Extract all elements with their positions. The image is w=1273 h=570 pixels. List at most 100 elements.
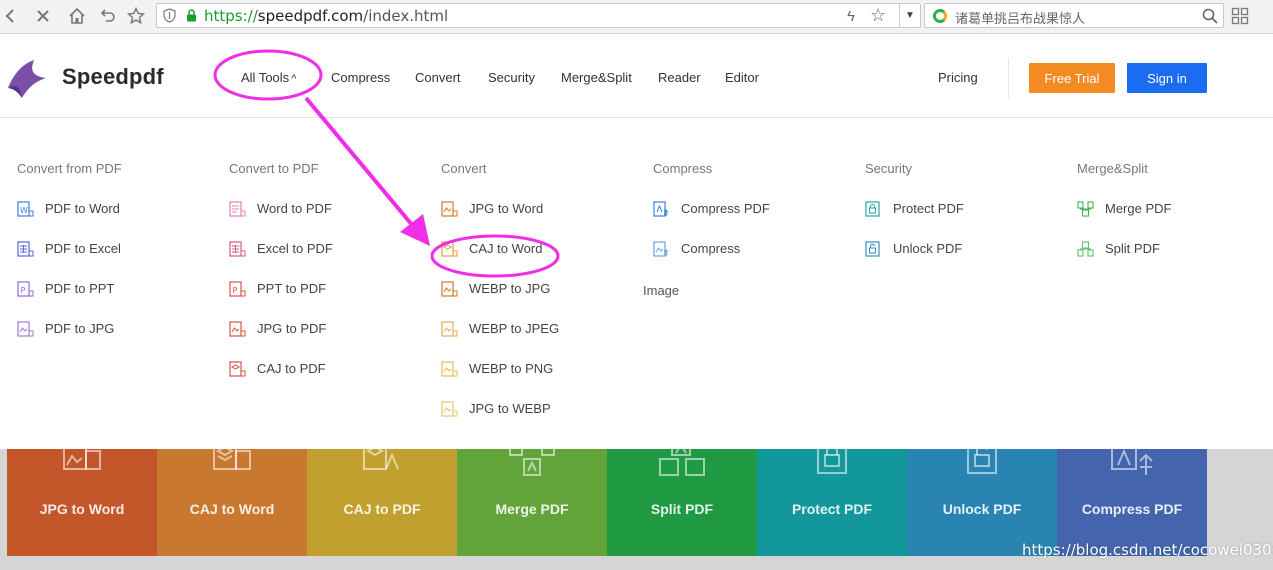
menu-compress-image[interactable]: Compress	[653, 241, 770, 281]
nav-merge-split[interactable]: Merge&Split	[561, 70, 632, 85]
menu-jpg-to-pdf[interactable]: JPG to PDF	[229, 321, 333, 361]
shield-icon[interactable]	[163, 8, 176, 23]
search-box[interactable]: 诸葛单挑吕布战果惊人	[924, 3, 1224, 28]
nav-convert[interactable]: Convert	[415, 70, 461, 85]
tile-merge-pdf[interactable]: Merge PDF	[457, 441, 607, 556]
logo-icon[interactable]	[6, 58, 48, 100]
menu-item-label: JPG to Word	[469, 201, 544, 216]
url-text[interactable]: https://speedpdf.com/index.html	[204, 7, 448, 25]
menu-protect-pdf[interactable]: Protect PDF	[865, 201, 964, 241]
menu-excel-to-pdf[interactable]: Excel to PDF	[229, 241, 333, 281]
url-scheme: https://	[204, 7, 258, 25]
chevron-down-icon[interactable]: ▼	[899, 3, 920, 28]
webp-to-jpg-icon	[441, 281, 458, 297]
menu-pdf-to-word[interactable]: W PDF to Word	[17, 201, 122, 241]
jpg-to-word-icon	[441, 201, 458, 217]
compress-image-icon	[653, 241, 669, 257]
menu-item-label: PDF to JPG	[45, 321, 115, 336]
excel-to-pdf-icon	[229, 241, 246, 257]
jpg-to-webp-icon	[441, 401, 458, 417]
nav-reader[interactable]: Reader	[658, 70, 701, 85]
menu-webp-to-png[interactable]: WEBP to PNG	[441, 361, 559, 401]
tile-label: CAJ to PDF	[343, 501, 421, 517]
menu-caj-to-word[interactable]: CAJ to Word	[441, 241, 559, 281]
menu-webp-to-jpg[interactable]: WEBP to JPG	[441, 281, 559, 321]
url-host: speedpdf.com	[257, 7, 364, 25]
menu-webp-to-jpeg[interactable]: WEBP to JPEG	[441, 321, 559, 361]
nav-editor[interactable]: Editor	[725, 70, 759, 85]
compress-icon	[1111, 441, 1153, 475]
favorite-star-icon[interactable]: ☆	[870, 5, 886, 26]
tile-caj-to-pdf[interactable]: CAJ to PDF	[307, 442, 457, 556]
menu-unlock-pdf[interactable]: Unlock PDF	[865, 241, 964, 281]
svg-text:P: P	[233, 286, 238, 295]
webp-to-jpeg-icon	[441, 321, 458, 337]
all-tools-dropdown: Convert from PDF W PDF to Word PDF to Ex…	[0, 119, 1273, 449]
column-title: Security	[865, 161, 912, 176]
tile-label: Split PDF	[650, 501, 714, 517]
browser-toolbar: https://speedpdf.com/index.html ϟ ☆ ▼ 诸葛…	[0, 0, 1273, 34]
tile-label: JPG to Word	[39, 501, 125, 517]
free-trial-button[interactable]: Free Trial	[1029, 63, 1115, 93]
menu-item-label: PPT to PDF	[257, 281, 327, 296]
menu-item-label: WEBP to JPEG	[469, 321, 560, 336]
grid-icon[interactable]	[1231, 7, 1249, 25]
column-compress: Compress Compress PDF Compress	[653, 161, 770, 281]
webp-to-png-icon	[441, 361, 458, 377]
nav-all-tools[interactable]: All Tools ^	[241, 70, 296, 85]
word-to-pdf-icon	[229, 201, 246, 217]
menu-item-label: JPG to PDF	[257, 321, 327, 336]
menu-pdf-to-jpg[interactable]: PDF to JPG	[17, 321, 122, 361]
column-merge-split: Merge&Split Merge PDF Split PDF	[1077, 161, 1171, 281]
close-icon[interactable]	[32, 5, 54, 27]
menu-split-pdf[interactable]: Split PDF	[1077, 241, 1171, 281]
lightning-icon[interactable]: ϟ	[847, 8, 855, 25]
tile-jpg-to-word[interactable]: JPG to Word	[7, 442, 157, 556]
menu-caj-to-pdf[interactable]: CAJ to PDF	[229, 361, 333, 401]
lock-icon	[187, 9, 196, 22]
watermark-text: https://blog.csdn.net/cocowei0306	[1022, 541, 1273, 559]
nav-pricing[interactable]: Pricing	[938, 70, 978, 85]
tile-label: Protect PDF	[791, 501, 873, 517]
search-input[interactable]: 诸葛单挑吕布战果惊人	[955, 8, 1085, 27]
undo-icon[interactable]	[96, 5, 118, 27]
caj-to-pdf-icon	[229, 361, 246, 377]
menu-ppt-to-pdf[interactable]: P PPT to PDF	[229, 281, 333, 321]
menu-pdf-to-excel[interactable]: PDF to Excel	[17, 241, 122, 281]
menu-item-label: WEBP to PNG	[469, 361, 554, 376]
tile-protect-pdf[interactable]: Protect PDF	[757, 441, 907, 556]
nav-security[interactable]: Security	[488, 70, 535, 85]
tile-label: CAJ to Word	[189, 501, 275, 517]
protect-pdf-icon	[865, 201, 880, 217]
menu-merge-pdf[interactable]: Merge PDF	[1077, 201, 1171, 241]
tile-split-pdf[interactable]: Split PDF	[607, 441, 757, 556]
tile-compress-pdf[interactable]: Compress PDF	[1057, 441, 1207, 556]
ppt-to-pdf-icon: P	[229, 281, 246, 297]
home-icon[interactable]	[66, 5, 88, 27]
pdf-to-excel-icon	[17, 241, 34, 257]
search-engine-icon	[933, 9, 947, 23]
menu-compress-image-label-wrap[interactable]: Image	[643, 283, 679, 298]
menu-jpg-to-webp[interactable]: JPG to WEBP	[441, 401, 559, 441]
column-convert: Convert JPG to Word CAJ to Word WEBP to …	[441, 161, 559, 441]
menu-word-to-pdf[interactable]: Word to PDF	[229, 201, 333, 241]
jpg-to-pdf-icon	[229, 321, 246, 337]
tile-label: Unlock PDF	[942, 501, 1022, 517]
column-convert-from-pdf: Convert from PDF W PDF to Word PDF to Ex…	[17, 161, 122, 361]
tile-unlock-pdf[interactable]: Unlock PDF	[907, 441, 1057, 556]
tile-label: Compress PDF	[1081, 501, 1183, 517]
sign-in-button[interactable]: Sign in	[1127, 63, 1207, 93]
menu-jpg-to-word[interactable]: JPG to Word	[441, 201, 559, 241]
menu-pdf-to-ppt[interactable]: P PDF to PPT	[17, 281, 122, 321]
back-icon[interactable]	[0, 5, 22, 27]
address-bar[interactable]: https://speedpdf.com/index.html ϟ ☆ ▼	[156, 3, 921, 28]
nav-compress[interactable]: Compress	[331, 70, 390, 85]
bookmark-star-icon[interactable]	[125, 5, 147, 27]
tile-caj-to-word[interactable]: CAJ to Word	[157, 442, 307, 556]
logo-text[interactable]: Speedpdf	[62, 64, 164, 90]
search-icon[interactable]	[1201, 7, 1219, 25]
menu-item-label: Protect PDF	[893, 201, 964, 216]
column-title: Convert	[441, 161, 487, 176]
padlock-icon	[817, 441, 847, 474]
menu-compress-pdf[interactable]: Compress PDF	[653, 201, 770, 241]
